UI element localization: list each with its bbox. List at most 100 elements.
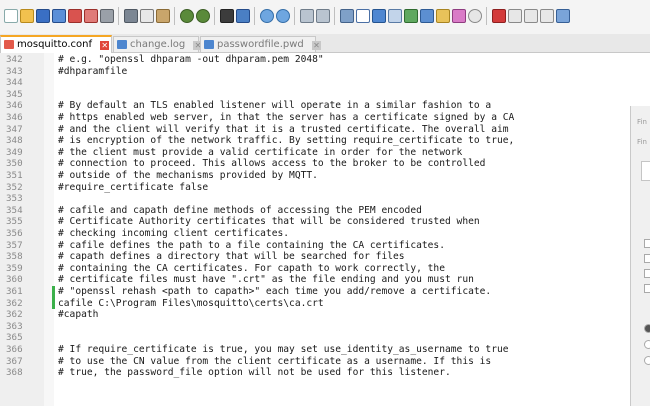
code-line[interactable]: 349 # the client must provide a valid cer…: [0, 147, 630, 159]
undo-icon[interactable]: [180, 9, 194, 23]
code-line[interactable]: 346 # By default an TLS enabled listener …: [0, 100, 630, 112]
line-number: 361: [6, 286, 23, 297]
find-icon[interactable]: [220, 9, 234, 23]
paste-icon[interactable]: [156, 9, 170, 23]
search-mode-regex-radio[interactable]: [644, 356, 650, 365]
code-line[interactable]: 359 # containing the CA certificates. For…: [0, 263, 630, 275]
code-line[interactable]: 350 # connection to proceed. This allows …: [0, 158, 630, 170]
sync-vertical-icon[interactable]: [300, 9, 314, 23]
code-line[interactable]: 348 # is encryption of the network traffi…: [0, 135, 630, 147]
save-all-icon[interactable]: [52, 9, 66, 23]
show-all-chars-icon[interactable]: [356, 9, 370, 23]
close-tab-icon[interactable]: ✕: [311, 41, 321, 50]
code-line[interactable]: 362 cafile C:\Program Files\mosquitto\cer…: [0, 297, 630, 310]
code-line[interactable]: 366 # If require_certificate is true, you…: [0, 344, 630, 356]
copy-icon[interactable]: [140, 9, 154, 23]
code-text: # and the client will verify that it is …: [58, 123, 509, 135]
code-text: # cafile and capath define methods of ac…: [58, 204, 422, 216]
line-number: 362: [6, 297, 23, 309]
code-text: # e.g. "openssl dhparam -out dhparam.pem…: [58, 54, 324, 65]
wrap-around-checkbox[interactable]: [644, 269, 650, 278]
new-file-icon[interactable]: [4, 9, 18, 23]
indent-guide-icon[interactable]: [372, 9, 386, 23]
code-line[interactable]: 358 # capath defines a directory that wil…: [0, 251, 630, 263]
match-whole-word-checkbox[interactable]: [644, 239, 650, 248]
close-tab-icon[interactable]: ✕: [100, 41, 110, 50]
code-text: # If require_certificate is true, you ma…: [58, 344, 509, 355]
code-line[interactable]: 353: [0, 193, 630, 205]
code-text: # By default an TLS enabled listener wil…: [58, 100, 492, 112]
code-line[interactable]: 357 # cafile defines the path to a file c…: [0, 240, 630, 252]
code-line[interactable]: 355 # Certificate Authority certificates …: [0, 216, 630, 228]
line-number: 367: [6, 355, 23, 367]
code-line[interactable]: 361 # "openssl rehash <path to capath>" e…: [0, 286, 630, 298]
monitoring-icon[interactable]: [452, 9, 466, 23]
toolbar-separator: [254, 7, 255, 25]
code-line[interactable]: 342 # e.g. "openssl dhparam -out dhparam.…: [0, 54, 630, 66]
language-icon[interactable]: [388, 9, 402, 23]
close-icon[interactable]: [68, 9, 82, 23]
code-text: # to use the CN value from the client ce…: [58, 355, 492, 367]
find-what-input[interactable]: [641, 161, 650, 181]
code-line[interactable]: 360 # certificate files must have ".crt" …: [0, 274, 630, 286]
zoom-out-icon[interactable]: [276, 9, 290, 23]
line-number: 355: [6, 216, 23, 228]
code-line[interactable]: 345: [0, 89, 630, 101]
changed-line-marker: [52, 297, 55, 310]
zoom-in-icon[interactable]: [260, 9, 274, 23]
code-line[interactable]: 367 # to use the CN value from the client…: [0, 356, 630, 368]
word-wrap-icon[interactable]: [340, 9, 354, 23]
doc-map-icon[interactable]: [404, 9, 418, 23]
find-what-label: Fin: [637, 138, 647, 146]
code-line[interactable]: 356 # checking incoming client certificat…: [0, 228, 630, 240]
redo-icon[interactable]: [196, 9, 210, 23]
match-case-checkbox[interactable]: [644, 254, 650, 263]
toolbar-separator: [214, 7, 215, 25]
stop-macro-icon[interactable]: [508, 9, 522, 23]
editor-area[interactable]: 342 # e.g. "openssl dhparam -out dhparam.…: [0, 53, 630, 406]
in-selection-checkbox[interactable]: [644, 284, 650, 293]
code-line[interactable]: 346 # https enabled web server, in that t…: [0, 112, 630, 124]
tab-mosquitto-conf[interactable]: mosquitto.conf ✕: [0, 35, 112, 53]
line-number: 356: [6, 228, 23, 239]
code-line[interactable]: 347 # and the client will verify that it …: [0, 124, 630, 136]
open-file-icon[interactable]: [20, 9, 34, 23]
folder-workspace-icon[interactable]: [436, 9, 450, 23]
line-number: 343: [6, 65, 23, 77]
search-mode-normal-radio[interactable]: [644, 324, 650, 333]
code-text: # the client must provide a valid certif…: [58, 146, 463, 158]
code-line[interactable]: 363: [0, 321, 630, 333]
record-macro-icon[interactable]: [492, 9, 506, 23]
line-number: 347: [6, 123, 23, 135]
code-text: # Certificate Authority certificates tha…: [58, 216, 480, 228]
code-line[interactable]: 344: [0, 77, 630, 89]
line-number: 363: [6, 320, 23, 332]
eye-icon[interactable]: [468, 9, 482, 23]
toolbar-separator: [334, 7, 335, 25]
code-text: # checking incoming client certificates.: [58, 228, 290, 239]
close-all-icon[interactable]: [84, 9, 98, 23]
code-line[interactable]: 354 # cafile and capath define methods of…: [0, 205, 630, 217]
code-line[interactable]: 351 # outside of the mechanisms provided …: [0, 170, 630, 182]
code-line[interactable]: 368 # true, the password_file option will…: [0, 367, 630, 379]
cut-icon[interactable]: [124, 9, 138, 23]
search-mode-extended-radio[interactable]: [644, 340, 650, 349]
function-list-icon[interactable]: [420, 9, 434, 23]
print-icon[interactable]: [100, 9, 114, 23]
code-line[interactable]: 352 #require_certificate false: [0, 182, 630, 194]
play-macro-icon[interactable]: [524, 9, 538, 23]
code-text: # cafile defines the path to a file cont…: [58, 239, 445, 251]
sync-horizontal-icon[interactable]: [316, 9, 330, 23]
save-macro-icon[interactable]: [556, 9, 570, 23]
tab-passwordfile-pwd[interactable]: passwordfile.pwd ✕: [200, 36, 321, 52]
changed-line-marker: [52, 286, 55, 298]
code-text: # connection to proceed. This allows acc…: [58, 158, 486, 170]
code-line[interactable]: 365: [0, 332, 630, 344]
tab-change-log[interactable]: change.log ✕: [113, 36, 203, 52]
code-line[interactable]: 362 #capath: [0, 309, 630, 321]
code-line[interactable]: 343 #dhparamfile: [0, 66, 630, 78]
run-macro-multiple-icon[interactable]: [540, 9, 554, 23]
toolbar-separator: [486, 7, 487, 25]
save-icon[interactable]: [36, 9, 50, 23]
replace-icon[interactable]: [236, 9, 250, 23]
